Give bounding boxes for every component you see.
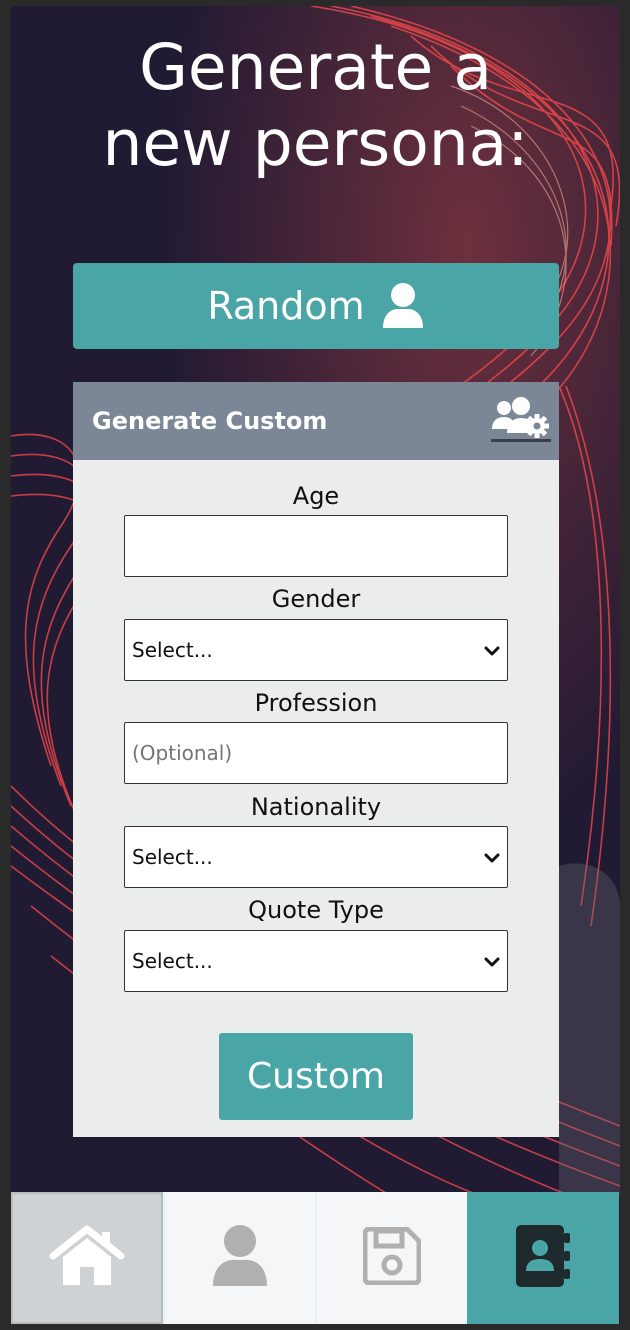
home-icon [49,1225,125,1291]
page-title-line-1: Generate a [139,31,492,104]
card-header: Generate Custom [73,382,559,460]
floppy-disk-icon [362,1226,422,1289]
nav-item-saved[interactable] [315,1192,467,1324]
age-input[interactable] [124,515,508,577]
page-title-line-2: new persona: [102,107,529,180]
quote-type-select-value: Select... [132,949,213,973]
nationality-select[interactable]: Select... [124,826,508,888]
user-icon [381,282,425,330]
nationality-label: Nationality [250,793,382,821]
gender-label: Gender [271,585,361,613]
gender-select-value: Select... [132,638,213,662]
custom-button-label: Custom [247,1056,385,1097]
nav-item-home[interactable] [11,1192,163,1324]
age-label: Age [292,482,340,510]
quote-type-label: Quote Type [248,896,384,924]
app-screen: Generate a new persona: Random Generate … [11,6,620,1324]
chevron-down-icon [484,638,500,662]
nav-item-persona[interactable] [163,1192,315,1324]
random-button[interactable]: Random [73,263,559,349]
profession-placeholder: (Optional) [132,741,233,765]
generate-custom-card: Generate Custom Age Gender Select... Pro… [73,382,559,1137]
user-icon [211,1224,269,1292]
profession-label: Profession [254,689,378,717]
users-gear-icon [490,395,552,447]
card-header-title: Generate Custom [92,407,328,435]
nav-item-contacts[interactable] [467,1192,619,1324]
gender-select[interactable]: Select... [124,619,508,681]
profession-input[interactable]: (Optional) [124,722,508,784]
random-button-label: Random [207,284,365,328]
page-title: Generate a new persona: [11,30,620,182]
custom-button[interactable]: Custom [219,1033,413,1120]
bottom-nav [11,1192,620,1324]
address-book-icon [514,1223,572,1293]
quote-type-select[interactable]: Select... [124,930,508,992]
chevron-down-icon [484,949,500,973]
chevron-down-icon [484,845,500,869]
nationality-select-value: Select... [132,845,213,869]
